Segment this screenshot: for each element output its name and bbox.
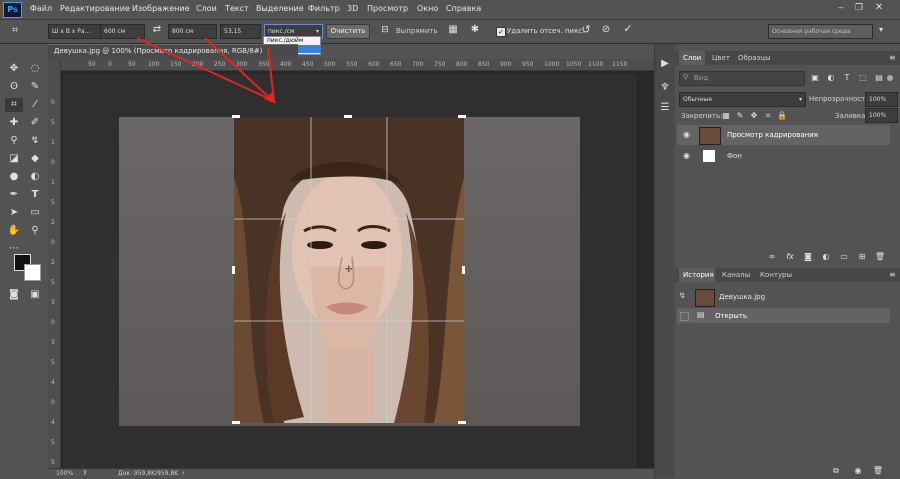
history-item-label: Открыть	[715, 312, 747, 320]
new-layer-icon[interactable]: ⊞	[856, 251, 868, 263]
filter-type-icon[interactable]: T	[841, 72, 853, 84]
chevron-right-icon[interactable]: ›	[182, 469, 185, 477]
filter-smart-icon[interactable]: ▤	[873, 72, 885, 84]
add-mask-icon[interactable]: ◙	[802, 251, 814, 263]
tab-paths[interactable]: Контуры	[760, 271, 792, 279]
panel-menu-icon[interactable]: ≡	[889, 270, 896, 279]
panel-icon-column: ▶ ♆ ☰	[654, 44, 675, 478]
tab-channels[interactable]: Каналы	[722, 271, 750, 279]
fx-icon[interactable]: fx	[784, 251, 796, 263]
fill-field[interactable]: 100%	[865, 108, 898, 123]
filter-adjust-icon[interactable]: ◐	[825, 72, 837, 84]
history-brush-source-icon[interactable]: ↯	[679, 291, 686, 300]
layer-row-background[interactable]: ◉ Фон	[677, 146, 890, 166]
tab-swatches[interactable]: Образцы	[738, 54, 771, 62]
filter-shape-icon[interactable]: ⬚	[857, 72, 869, 84]
history-item[interactable]: ▤ Открыть	[677, 308, 890, 323]
status-bar: 100% ⇪ Док: 959,8K/959,8K ›	[48, 468, 654, 479]
camera-icon[interactable]: ◉	[852, 465, 864, 477]
trash-icon[interactable]: 🗑	[872, 465, 884, 477]
lock-artboard-icon[interactable]: ⌗	[763, 110, 773, 122]
layer-name: Просмотр кадрирования	[727, 131, 818, 139]
blend-mode-value: Обычные	[683, 96, 713, 103]
opacity-field[interactable]: 100%	[865, 92, 898, 107]
link-layers-icon[interactable]: ∞	[766, 251, 778, 263]
filter-toggle[interactable]	[887, 75, 893, 81]
fill-label: Заливка:	[835, 112, 868, 120]
tab-history[interactable]: История	[683, 271, 714, 279]
new-group-icon[interactable]: ▭	[838, 251, 850, 263]
history-snapshot-row[interactable]: ↯ Девушка.jpg	[677, 287, 890, 307]
layers-tabbar	[675, 51, 900, 65]
lock-pixels-icon[interactable]: ▦	[721, 110, 731, 122]
lock-move-icon[interactable]: ✥	[749, 110, 759, 122]
lock-label: Закрепить:	[681, 112, 723, 120]
play-icon[interactable]: ▶	[658, 58, 672, 70]
adjustment-layer-icon[interactable]: ◐	[820, 251, 832, 263]
filter-image-icon[interactable]: ▣	[809, 72, 821, 84]
layer-filter-placeholder: Вид	[694, 74, 709, 82]
lock-all-icon[interactable]: 🔒	[777, 110, 787, 122]
lock-paint-icon[interactable]: ✎	[735, 110, 745, 122]
tab-layers[interactable]: Слои	[683, 54, 701, 62]
tab-color[interactable]: Цвет	[712, 54, 730, 62]
panel-menu-icon[interactable]: ≡	[889, 53, 896, 62]
new-document-from-state-icon[interactable]: ⧉	[830, 465, 842, 477]
opacity-label: Непрозрачность:	[809, 95, 872, 103]
document-icon: ▤	[697, 310, 705, 319]
layer-name: Фон	[727, 152, 742, 160]
layer-filter-field[interactable]: ⚲ Вид	[679, 71, 805, 86]
eye-icon[interactable]: ◉	[683, 130, 690, 139]
layer-thumbnail	[699, 127, 721, 145]
search-icon: ⚲	[683, 73, 689, 81]
snapshot-thumbnail	[695, 289, 715, 307]
share-icon[interactable]: ⇪	[82, 469, 88, 477]
adjustments-icon[interactable]: ☰	[658, 102, 672, 114]
chevron-down-icon: ▾	[798, 96, 802, 103]
brush-settings-icon[interactable]: ♆	[658, 82, 672, 94]
snapshot-name: Девушка.jpg	[719, 293, 766, 301]
trash-icon[interactable]: 🗑	[874, 251, 886, 263]
blend-mode-select[interactable]: Обычные ▾	[679, 92, 806, 107]
history-source-box[interactable]	[680, 312, 689, 321]
layer-thumbnail	[703, 150, 715, 162]
doc-info: Док: 959,8K/959,8K	[118, 470, 179, 477]
eye-icon[interactable]: ◉	[683, 151, 690, 160]
zoom-level[interactable]: 100%	[56, 470, 73, 477]
layer-row-crop-preview[interactable]: ◉ Просмотр кадрирования	[677, 125, 890, 145]
